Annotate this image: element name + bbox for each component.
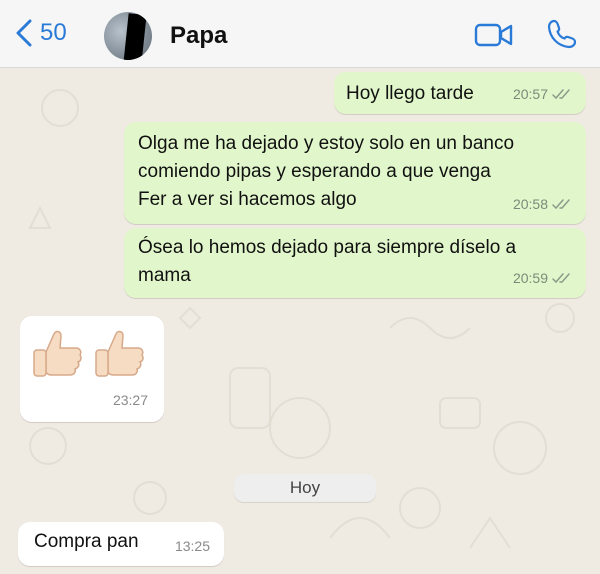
- message-bubble[interactable]: 👍👍 23:27: [20, 316, 164, 422]
- message-time: 20:57: [512, 86, 548, 102]
- message-text: Ósea lo hemos dejado para siempre díselo…: [138, 237, 517, 286]
- chat-area[interactable]: Hoy llego tarde 20:57 Olga me ha dejado …: [0, 68, 600, 574]
- message-time: 23:27: [112, 392, 148, 408]
- video-call-icon[interactable]: [474, 22, 514, 48]
- thumbs-up-icon: [95, 330, 144, 377]
- message-bubble[interactable]: Compra pan 13:25: [18, 522, 224, 566]
- message-time: 20:58: [512, 196, 548, 212]
- thumbs-up-icon: [33, 330, 82, 377]
- message-text: Compra pan: [34, 531, 139, 552]
- message-text: Hoy llego tarde: [346, 83, 474, 104]
- message-meta: 20:57: [513, 80, 572, 108]
- message-bubble[interactable]: Olga me ha dejado y estoy solo en un ban…: [124, 122, 586, 224]
- message-meta: 13:25: [175, 532, 210, 560]
- back-button[interactable]: 50: [14, 18, 67, 48]
- message-bubble[interactable]: Ósea lo hemos dejado para siempre díselo…: [124, 228, 586, 298]
- day-separator: Hoy: [234, 474, 376, 502]
- message-meta: 20:58: [513, 190, 572, 218]
- contact-name[interactable]: Papa: [170, 22, 227, 50]
- message-text: Olga me ha dejado y estoy solo en un ban…: [138, 133, 515, 210]
- message-time: 20:59: [512, 270, 548, 286]
- double-check-icon: [552, 89, 570, 100]
- double-check-icon: [552, 273, 570, 284]
- unread-count: 50: [40, 19, 67, 46]
- emoji-message: [30, 328, 154, 380]
- phone-icon[interactable]: [546, 18, 578, 50]
- message-meta: 20:59: [513, 264, 572, 292]
- message-bubble[interactable]: Hoy llego tarde 20:57: [334, 72, 586, 114]
- chevron-left-icon: [16, 19, 32, 47]
- message-time: 13:25: [174, 538, 210, 554]
- double-check-icon: [552, 199, 570, 210]
- chat-header: 50 Papa: [0, 0, 600, 68]
- censor-bar: [123, 13, 147, 60]
- message-meta: 23:27: [113, 386, 148, 414]
- avatar[interactable]: [104, 12, 152, 60]
